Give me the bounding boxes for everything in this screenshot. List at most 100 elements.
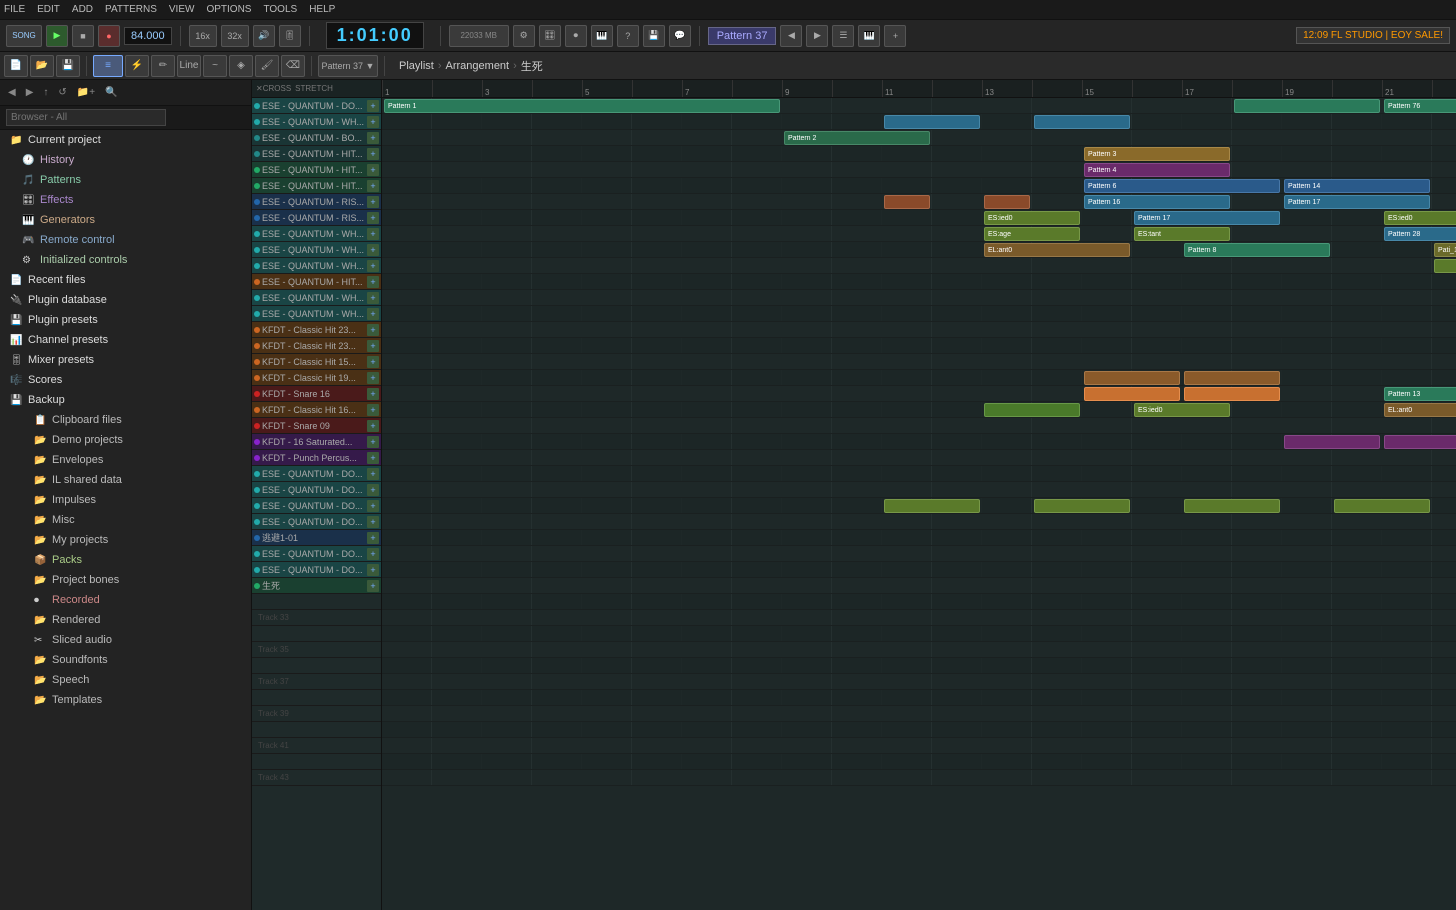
tree-item-current-project[interactable]: 📁Current project <box>0 130 251 150</box>
pattern-menu[interactable]: ☰ <box>832 25 854 47</box>
erase-btn[interactable]: ⌫ <box>281 55 305 77</box>
track-row-16[interactable]: KFDT - Classic Hit 23...+ <box>252 338 381 354</box>
panel-forward[interactable]: ▶ <box>22 85 38 100</box>
track-add-btn-5[interactable]: + <box>367 164 379 176</box>
track-row-9[interactable]: ESE - QUANTUM - WH...+ <box>252 226 381 242</box>
grid-row-20[interactable]: KF:_16KF:_16 <box>382 418 1456 434</box>
pattern-block-19-0[interactable] <box>984 403 1080 417</box>
track-row-3[interactable]: ESE - QUANTUM - BO...+ <box>252 130 381 146</box>
grid-row-26[interactable]: Pattern 50 <box>382 514 1456 530</box>
menu-edit[interactable]: EDIT <box>37 4 60 15</box>
track-add-btn-22[interactable]: + <box>367 436 379 448</box>
grid-row-14[interactable]: Pattern 38 <box>382 322 1456 338</box>
help-icon[interactable]: ? <box>617 25 639 47</box>
record-btn[interactable]: ● <box>98 25 120 47</box>
track-add-btn-18[interactable]: + <box>367 372 379 384</box>
track-row-2[interactable]: ESE - QUANTUM - WH...+ <box>252 114 381 130</box>
grid-row-28[interactable] <box>382 546 1456 562</box>
grid-row-16[interactable]: Pattern 40 <box>382 354 1456 370</box>
pattern-block-5-1[interactable]: Pattern 14 <box>1284 179 1430 193</box>
panel-search-icon[interactable]: 🔍 <box>101 85 121 100</box>
record2-icon[interactable]: ⏺ <box>565 25 587 47</box>
menu-add[interactable]: ADD <box>72 4 93 15</box>
tree-item-my-projects[interactable]: 📂My projects <box>0 530 251 550</box>
open-btn[interactable]: 📂 <box>30 55 54 77</box>
track-row-17[interactable]: KFDT - Classic Hit 15...+ <box>252 354 381 370</box>
tree-item-packs[interactable]: 📦Packs <box>0 550 251 570</box>
track-add-btn-13[interactable]: + <box>367 292 379 304</box>
pattern-block-25-2[interactable] <box>1184 499 1280 513</box>
track-add-btn-28[interactable]: + <box>367 532 379 544</box>
grid-row-0[interactable]: Pattern 1Pattern 76Pattern 36 <box>382 98 1456 114</box>
grid-row-31[interactable] <box>382 594 1456 610</box>
pattern-block-18-2[interactable]: Pattern 13 <box>1384 387 1456 401</box>
track-row-26[interactable]: ESE - QUANTUM - DO...+ <box>252 498 381 514</box>
pattern-block-1-1[interactable] <box>1034 115 1130 129</box>
pattern-block-21-1[interactable] <box>1384 435 1456 449</box>
pattern-block-4-0[interactable]: Pattern 4 <box>1084 163 1230 177</box>
track-row-24[interactable]: ESE - QUANTUM - DO...+ <box>252 466 381 482</box>
save-icon[interactable]: 💾 <box>643 25 665 47</box>
tree-item-backup[interactable]: 💾Backup <box>0 390 251 410</box>
grid-row-18[interactable]: Pattern 13 <box>382 386 1456 402</box>
track-row-1[interactable]: ESE - QUANTUM - DO...+ <box>252 98 381 114</box>
pattern-block-19-2[interactable]: EL:ant0 <box>1384 403 1456 417</box>
track-row-29[interactable]: ESE - QUANTUM - DO...+ <box>252 546 381 562</box>
grid-row-21[interactable] <box>382 434 1456 450</box>
tree-item-demo-projects[interactable]: 📂Demo projects <box>0 430 251 450</box>
tree-item-envelopes[interactable]: 📂Envelopes <box>0 450 251 470</box>
pattern-plus[interactable]: + <box>884 25 906 47</box>
grid-row-5[interactable]: Pattern 6Pattern 14ESiant0Pattern 33 <box>382 178 1456 194</box>
track-row-28[interactable]: 逃避1-01+ <box>252 530 381 546</box>
tree-item-patterns[interactable]: 🎵Patterns <box>0 170 251 190</box>
tree-item-templates[interactable]: 📂Templates <box>0 690 251 710</box>
step-16[interactable]: 16x <box>189 25 217 47</box>
grid-row-13[interactable]: Pattern 37 <box>382 306 1456 322</box>
grid-row-24[interactable]: Pattern 47 <box>382 482 1456 498</box>
pattern-grid-scroll[interactable]: 1357911131517192123252729313335373941434… <box>382 80 1456 910</box>
panel-new-folder[interactable]: 📁+ <box>73 85 99 100</box>
menu-tools[interactable]: TOOLS <box>263 4 297 15</box>
pattern-block-17-0[interactable] <box>1084 371 1180 385</box>
menu-help[interactable]: HELP <box>309 4 335 15</box>
track-row-6[interactable]: ESE - QUANTUM - HIT...+ <box>252 178 381 194</box>
grid-row-23[interactable]: Pattern 45 <box>382 466 1456 482</box>
pattern-block-10-0[interactable] <box>1434 259 1456 273</box>
grid-row-32[interactable] <box>382 610 1456 626</box>
pattern-block-6-1[interactable] <box>984 195 1030 209</box>
tree-item-rendered[interactable]: 📂Rendered <box>0 610 251 630</box>
playlist-mode-btn[interactable]: ≡ <box>93 55 123 77</box>
track-row-31[interactable]: 生死+ <box>252 578 381 594</box>
track-add-btn-19[interactable]: + <box>367 388 379 400</box>
track-add-btn-3[interactable]: + <box>367 132 379 144</box>
grid-row-25[interactable]: Pattern 66Pattern 65 <box>382 498 1456 514</box>
pattern-block-18-1[interactable] <box>1184 387 1280 401</box>
pattern-block-21-0[interactable] <box>1284 435 1380 449</box>
pattern-piano[interactable]: 🎹 <box>858 25 880 47</box>
grid-row-6[interactable]: Pattern 16Pattern 17ESinted0Pattern 57 <box>382 194 1456 210</box>
pattern-left[interactable]: ◀ <box>780 25 802 47</box>
curve-btn[interactable]: ~ <box>203 55 227 77</box>
grid-row-29[interactable] <box>382 562 1456 578</box>
track-row-5[interactable]: ESE - QUANTUM - HIT...+ <box>252 162 381 178</box>
pattern-block-5-0[interactable]: Pattern 6 <box>1084 179 1280 193</box>
tree-item-scores[interactable]: 🎼Scores <box>0 370 251 390</box>
pattern-block-7-1[interactable]: Pattern 17 <box>1134 211 1280 225</box>
save-btn[interactable]: 💾 <box>56 55 80 77</box>
stop-btn[interactable]: ■ <box>72 25 94 47</box>
step-32[interactable]: 32x <box>221 25 249 47</box>
play-btn[interactable]: ▶ <box>46 25 68 47</box>
track-add-btn-8[interactable]: + <box>367 212 379 224</box>
track-row-22[interactable]: KFDT - 16 Saturated...+ <box>252 434 381 450</box>
pattern-block-0-2[interactable]: Pattern 76 <box>1384 99 1456 113</box>
vol-icon[interactable]: 🔊 <box>253 25 275 47</box>
pattern-block-19-1[interactable]: ES:ied0 <box>1134 403 1230 417</box>
panel-back[interactable]: ◀ <box>4 85 20 100</box>
pattern-mode-dropdown[interactable]: Pattern 37 ▼ <box>318 55 378 77</box>
grid-row-17[interactable] <box>382 370 1456 386</box>
track-row-4[interactable]: ESE - QUANTUM - HIT...+ <box>252 146 381 162</box>
track-add-btn-4[interactable]: + <box>367 148 379 160</box>
tree-item-misc[interactable]: 📂Misc <box>0 510 251 530</box>
track-row-19[interactable]: KFDT - Snare 16+ <box>252 386 381 402</box>
track-row-15[interactable]: KFDT - Classic Hit 23...+ <box>252 322 381 338</box>
